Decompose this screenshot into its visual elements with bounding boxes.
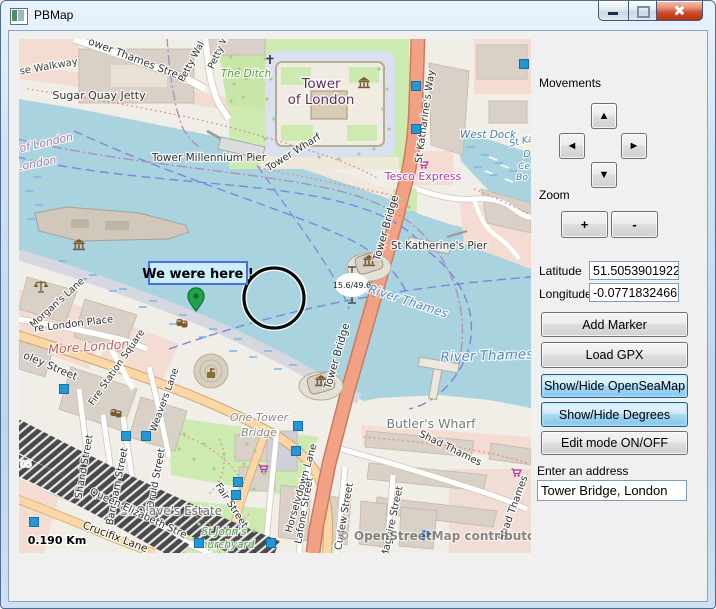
map-label: St John's bbox=[201, 526, 247, 538]
address-input[interactable] bbox=[537, 480, 687, 501]
map-label: Tower Millennium Pier bbox=[151, 152, 267, 164]
map-attribution: © OpenStreetMap contributors bbox=[338, 529, 531, 543]
minimize-icon bbox=[608, 12, 618, 15]
address-label: Enter an address bbox=[537, 464, 628, 478]
map-label: Tesco Express bbox=[384, 170, 462, 183]
map-label: One Tower bbox=[230, 411, 290, 424]
move-down-button[interactable]: ▼ bbox=[591, 162, 617, 188]
zoom-in-button[interactable]: + bbox=[561, 211, 608, 238]
load-gpx-button[interactable]: Load GPX bbox=[541, 342, 688, 368]
client-area: 15.6/49.6 P use Walkwayower Thames Stree… bbox=[8, 30, 708, 602]
longitude-label: Longitude bbox=[539, 287, 592, 301]
edit-handle[interactable] bbox=[292, 447, 301, 456]
map-label: of London bbox=[288, 92, 355, 108]
edit-handle[interactable] bbox=[294, 422, 303, 431]
window-title: PBMap bbox=[34, 8, 73, 22]
maximize-icon bbox=[637, 6, 650, 18]
map-label: St Katherine's Pier bbox=[391, 240, 488, 252]
map-label: The Ditch bbox=[221, 68, 271, 80]
add-marker-button[interactable]: Add Marker bbox=[541, 312, 688, 337]
edit-handle[interactable] bbox=[412, 82, 421, 91]
edit-handle[interactable] bbox=[142, 432, 151, 441]
edit-handle[interactable] bbox=[232, 491, 241, 500]
movements-label: Movements bbox=[539, 76, 601, 90]
latitude-label: Latitude bbox=[539, 264, 582, 278]
move-right-button[interactable]: ► bbox=[621, 133, 647, 159]
map-label: Butler's Wharf bbox=[386, 416, 476, 431]
longitude-input[interactable] bbox=[589, 283, 679, 302]
move-up-button[interactable]: ▲ bbox=[591, 103, 617, 129]
maximize-button[interactable] bbox=[629, 1, 656, 21]
marker-label: We were here ! bbox=[142, 262, 254, 284]
latitude-input[interactable] bbox=[589, 261, 679, 280]
titlebar[interactable]: PBMap bbox=[1, 1, 715, 30]
edit-handle[interactable] bbox=[60, 385, 69, 394]
map-canvas[interactable]: 15.6/49.6 P use Walkwayower Thames Stree… bbox=[19, 39, 531, 553]
zoom-label: Zoom bbox=[539, 188, 570, 202]
toggle-degrees-button[interactable]: Show/Hide Degrees bbox=[541, 402, 688, 427]
map-scale-text: 0.190 Km bbox=[28, 534, 87, 547]
move-left-button[interactable]: ◄ bbox=[559, 133, 585, 159]
zoom-out-button[interactable]: - bbox=[611, 211, 658, 238]
map-label: River Thames bbox=[440, 346, 531, 365]
caption-buttons bbox=[598, 1, 703, 21]
edit-handle[interactable] bbox=[520, 60, 529, 69]
close-button[interactable] bbox=[656, 1, 703, 21]
edit-handle[interactable] bbox=[195, 539, 204, 548]
edit-handle[interactable] bbox=[122, 432, 131, 441]
map-label: Tower bbox=[300, 76, 341, 92]
app-window: PBMap bbox=[0, 0, 716, 609]
edit-handle[interactable] bbox=[234, 478, 243, 487]
map-label: Bo bbox=[516, 173, 528, 183]
map-label: Ce bbox=[518, 162, 530, 172]
app-icon bbox=[10, 8, 28, 25]
map-label: 05 bbox=[20, 460, 31, 470]
map-label: D bbox=[523, 149, 530, 160]
edit-handle[interactable] bbox=[412, 125, 421, 134]
marker-label-text: We were here ! bbox=[142, 267, 254, 282]
map-label: Sugar Quay Jetty bbox=[52, 89, 146, 102]
minimize-button[interactable] bbox=[598, 1, 629, 21]
edit-handle[interactable] bbox=[267, 539, 276, 548]
edit-handle[interactable] bbox=[30, 518, 39, 527]
map-label: Bridge bbox=[241, 426, 277, 439]
bridge-clearance-text: 15.6/49.6 bbox=[333, 281, 371, 290]
edit-mode-button[interactable]: Edit mode ON/OFF bbox=[541, 431, 688, 455]
toggle-openseamap-button[interactable]: Show/Hide OpenSeaMap bbox=[541, 374, 688, 398]
